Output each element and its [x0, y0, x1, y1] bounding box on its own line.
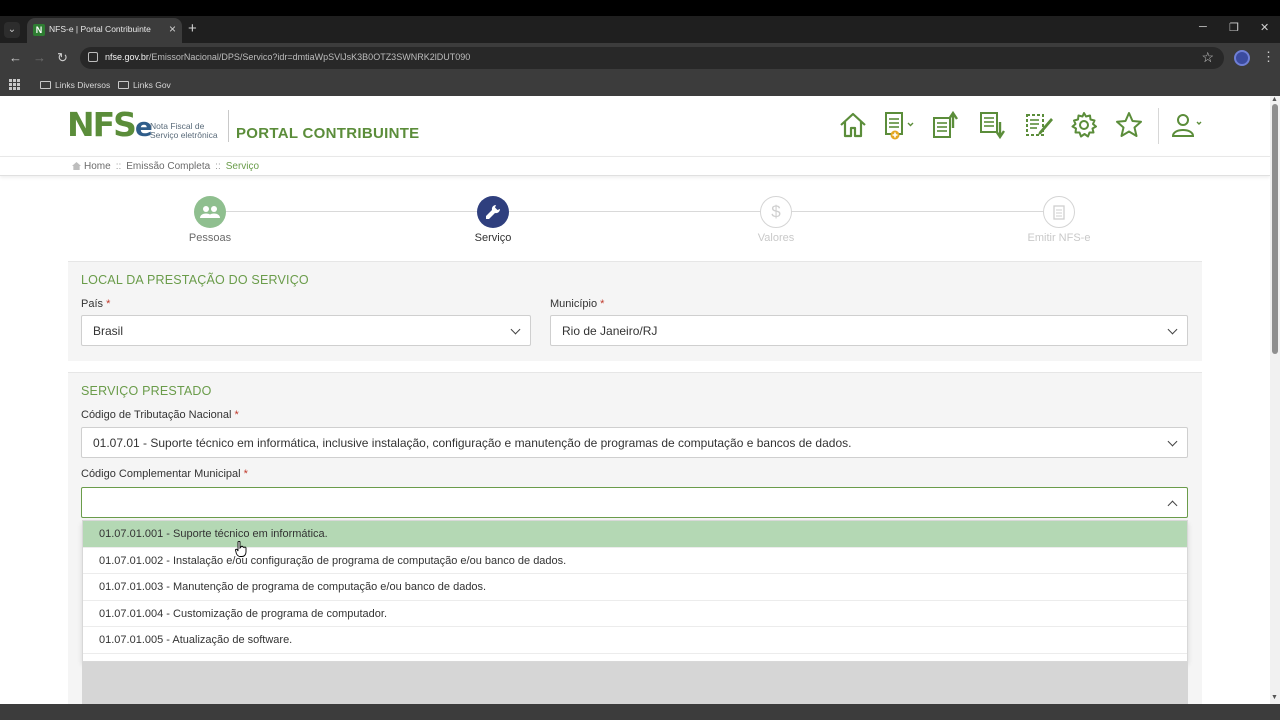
chevron-down-icon: [1167, 436, 1178, 447]
page-content: NFSe Nota Fiscal de Serviço eletrônica PO…: [0, 96, 1270, 704]
step-label: Pessoas: [188, 232, 232, 244]
nfse-favicon-icon: N: [33, 24, 45, 36]
codigo-tributacao-select[interactable]: 01.07.01 - Suporte técnico em informátic…: [81, 427, 1188, 458]
restore-button[interactable]: ❐: [1229, 21, 1239, 34]
logo-subtitle: Nota Fiscal de Serviço eletrônica: [150, 121, 218, 140]
codigo-complementar-dropdown: 01.07.01.001 - Suporte técnico em inform…: [82, 520, 1188, 662]
bookmark-label: Links Diversos: [55, 79, 111, 90]
favorites-star-icon[interactable]: [1114, 110, 1144, 140]
folder-icon: [40, 80, 51, 89]
breadcrumb: Home:: Emissão Completa:: Serviço: [0, 156, 1270, 176]
codigo-tributacao-value: 01.07.01 - Suporte técnico em informátic…: [93, 436, 852, 450]
upload-document-icon[interactable]: [931, 110, 961, 140]
pais-select[interactable]: Brasil: [81, 315, 531, 346]
page-scrollbar[interactable]: ▲ ▼: [1270, 96, 1280, 704]
bookmark-label: Links Gov: [133, 79, 171, 90]
logo-divider: [228, 110, 229, 142]
step-valores[interactable]: $ Valores: [716, 196, 836, 244]
breadcrumb-home[interactable]: Home: [84, 161, 111, 172]
back-button[interactable]: ←: [9, 50, 22, 66]
dropdown-option[interactable]: 01.07.01.003 - Manutenção de programa de…: [83, 574, 1187, 601]
chevron-down-icon: [510, 324, 521, 335]
people-icon: [194, 196, 226, 228]
tab-close-icon[interactable]: ×: [169, 22, 176, 36]
address-bar[interactable]: nfse.gov.br/EmissorNacional/DPS/Servico?…: [80, 47, 1224, 69]
stepper-track: [210, 211, 1060, 212]
breadcrumb-current: Serviço: [225, 161, 260, 172]
dollar-icon: $: [760, 196, 792, 228]
chevron-up-icon: [1167, 500, 1178, 511]
home-small-icon: [72, 162, 81, 170]
browser-menu-icon[interactable]: ⋮: [1262, 49, 1275, 65]
logo-text: NFSe: [67, 105, 153, 144]
home-icon[interactable]: [838, 110, 868, 140]
wrench-icon: [477, 196, 509, 228]
settings-gear-icon[interactable]: [1069, 110, 1099, 140]
municipio-select[interactable]: Rio de Janeiro/RJ: [550, 315, 1188, 346]
forward-button[interactable]: →: [33, 50, 46, 66]
hand-cursor-icon: [235, 541, 247, 557]
new-invoice-icon[interactable]: [882, 110, 916, 140]
folder-icon: [118, 80, 129, 89]
dropdown-option[interactable]: 01.07.01.002 - Instalação e/ou configura…: [83, 548, 1187, 574]
pais-label: País *: [81, 298, 111, 310]
scroll-down-icon[interactable]: ▼: [1271, 694, 1278, 701]
tab-title: NFS-e | Portal Contribuinte: [49, 24, 151, 34]
codigo-complementar-label: Código Complementar Municipal *: [81, 468, 248, 480]
section-title: LOCAL DA PRESTAÇÃO DO SERVIÇO: [81, 273, 309, 287]
edit-document-icon[interactable]: [1024, 110, 1054, 140]
tab-search-button[interactable]: ⌄: [4, 22, 20, 38]
minimize-button[interactable]: ─: [1199, 21, 1207, 33]
municipio-value: Rio de Janeiro/RJ: [562, 324, 658, 338]
scrollbar-thumb[interactable]: [1272, 104, 1278, 354]
download-document-icon[interactable]: [978, 110, 1008, 140]
bookmark-star-icon[interactable]: ☆: [1201, 49, 1214, 66]
user-account-icon[interactable]: [1170, 110, 1204, 140]
step-pessoas[interactable]: Pessoas: [150, 196, 270, 244]
bookmarks-bar: Links Diversos Links Gov: [0, 73, 1280, 96]
bookmark-links-gov[interactable]: Links Gov: [118, 77, 171, 92]
bookmark-links-diversos[interactable]: Links Diversos: [40, 77, 110, 92]
pais-value: Brasil: [93, 324, 124, 338]
dropdown-option[interactable]: 01.07.01.001 - Suporte técnico em inform…: [83, 521, 1187, 548]
section-title: SERVIÇO PRESTADO: [81, 384, 212, 398]
browser-nav-bar: ← → ↻ nfse.gov.br/EmissorNacional/DPS/Se…: [0, 43, 1280, 73]
new-tab-button[interactable]: +: [188, 20, 197, 38]
step-emitir[interactable]: Emitir NFS-e: [999, 196, 1119, 244]
portal-title: PORTAL CONTRIBUINTE: [236, 125, 420, 142]
municipio-label: Município *: [550, 298, 605, 310]
breadcrumb-emissao[interactable]: Emissão Completa: [126, 161, 210, 172]
apps-grid-icon[interactable]: [9, 79, 20, 90]
scroll-up-icon[interactable]: ▲: [1271, 96, 1278, 103]
portal-header: NFSe Nota Fiscal de Serviço eletrônica PO…: [0, 96, 1270, 156]
reload-button[interactable]: ↻: [57, 50, 68, 66]
profile-avatar-icon[interactable]: [1234, 50, 1250, 66]
site-info-icon[interactable]: [88, 52, 98, 62]
chevron-down-icon: [1167, 324, 1178, 335]
step-label: Emitir NFS-e: [1027, 232, 1091, 244]
codigo-complementar-select[interactable]: [81, 487, 1188, 518]
os-taskbar: [0, 704, 1280, 720]
step-label: Valores: [757, 232, 795, 244]
dropdown-option[interactable]: 01.07.01.005 - Atualização de software.: [83, 627, 1187, 654]
url-text[interactable]: nfse.gov.br/EmissorNacional/DPS/Servico?…: [105, 52, 470, 62]
header-divider: [1158, 108, 1159, 144]
step-label: Serviço: [474, 232, 512, 244]
dropdown-option[interactable]: 01.07.01.004 - Customização de programa …: [83, 601, 1187, 627]
step-servico[interactable]: Serviço: [433, 196, 553, 244]
browser-tab[interactable]: N NFS-e | Portal Contribuinte ×: [27, 18, 182, 43]
underlying-panel: [82, 662, 1188, 704]
section-local-prestacao: LOCAL DA PRESTAÇÃO DO SERVIÇO País * Bra…: [68, 261, 1202, 361]
document-icon: [1043, 196, 1075, 228]
codigo-tributacao-label: Código de Tributação Nacional *: [81, 409, 239, 421]
browser-tab-bar: ⌄ N NFS-e | Portal Contribuinte × + ─ ❐ …: [0, 16, 1280, 43]
window-close-button[interactable]: ✕: [1260, 21, 1269, 34]
